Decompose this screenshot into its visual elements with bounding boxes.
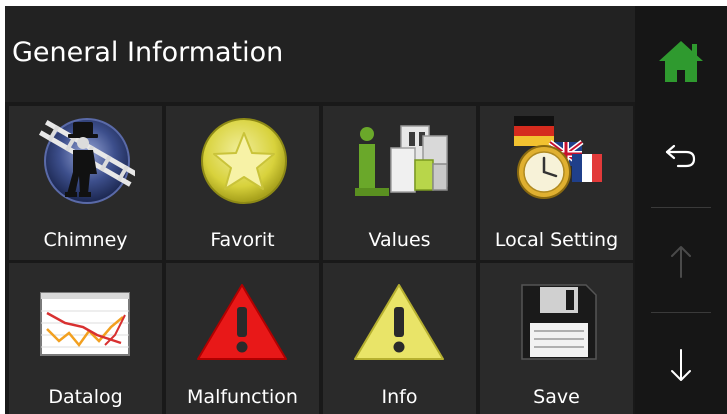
tile-label: Values (368, 229, 431, 251)
tile-datalog[interactable]: Datalog (9, 263, 162, 414)
datalog-chart-icon (40, 292, 130, 356)
star-icon (201, 118, 287, 204)
home-button[interactable] (635, 26, 727, 96)
tile-local-setting[interactable]: Local Setting (480, 106, 633, 260)
tile-favorit[interactable]: Favorit (166, 106, 319, 260)
tile-label: Chimney (43, 229, 128, 251)
back-button[interactable] (635, 116, 727, 196)
tile-label: Malfunction (187, 386, 298, 408)
scroll-up-button[interactable] (635, 221, 727, 301)
arrow-up-icon (671, 246, 691, 278)
home-icon (659, 41, 703, 82)
screen: General Information Chimney Favorit Valu… (5, 6, 727, 414)
info-warning-icon (354, 284, 444, 360)
tile-label: Info (381, 386, 418, 408)
header-bar: General Information (5, 6, 635, 102)
tile-info[interactable]: Info (323, 263, 476, 414)
tile-label: Save (533, 386, 580, 408)
tile-label: Local Setting (494, 229, 619, 251)
sidebar-divider (651, 312, 711, 313)
tile-save[interactable]: Save (480, 263, 633, 414)
back-arrow-icon (665, 144, 696, 168)
tile-label: Favorit (210, 229, 275, 251)
values-icon (355, 125, 448, 196)
tile-values[interactable]: Values (323, 106, 476, 260)
chimney-sweep-icon (38, 118, 135, 204)
sidebar (635, 6, 727, 414)
scroll-down-button[interactable] (635, 326, 727, 406)
arrow-down-icon (671, 349, 691, 381)
tile-chimney[interactable]: Chimney (9, 106, 162, 260)
menu-grid: Chimney Favorit Values Local Setting Dat… (5, 102, 635, 414)
sidebar-divider (651, 207, 711, 208)
local-setting-icon (514, 116, 602, 199)
malfunction-warning-icon (197, 284, 287, 360)
tile-label: Datalog (48, 386, 123, 408)
page-title: General Information (12, 37, 284, 68)
tile-malfunction[interactable]: Malfunction (166, 263, 319, 414)
floppy-disk-icon (521, 284, 597, 360)
